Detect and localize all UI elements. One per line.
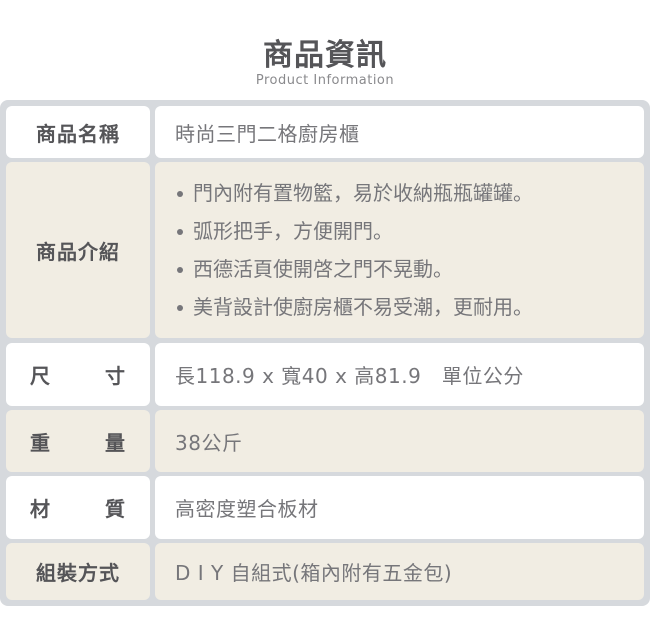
product-info-table: 商品名稱 時尚三門二格廚房櫃 商品介紹 門內附有置物籃，易於收納瓶瓶罐罐。 弧形… bbox=[0, 100, 650, 606]
table-row-material: 材 質 高密度塑合板材 bbox=[0, 476, 650, 539]
row-label: 材 質 bbox=[30, 493, 126, 522]
feature-item: 弧形把手，方便開門。 bbox=[175, 212, 533, 250]
table-row-product-intro: 商品介紹 門內附有置物籃，易於收納瓶瓶罐罐。 弧形把手，方便開門。 西德活頁使開… bbox=[0, 162, 650, 338]
feature-item: 美背設計使廚房櫃不易受潮，更耐用。 bbox=[175, 288, 533, 326]
label-cell: 材 質 bbox=[6, 476, 150, 539]
label-char: 量 bbox=[105, 430, 126, 455]
feature-item: 西德活頁使開啓之門不晃動。 bbox=[175, 250, 533, 288]
label-char: 重 bbox=[30, 430, 51, 455]
row-value: 高密度塑合板材 bbox=[175, 497, 319, 521]
row-label: 組裝方式 bbox=[36, 561, 120, 585]
label-cell: 尺 寸 bbox=[6, 343, 150, 406]
table-row-dimensions: 尺 寸 長118.9 x 寬40 x 高81.9 單位公分 bbox=[0, 343, 650, 406]
label-cell: 商品名稱 bbox=[6, 106, 150, 158]
label-char: 質 bbox=[105, 497, 126, 521]
value-cell: 38公斤 bbox=[155, 410, 644, 472]
row-value: 時尚三門二格廚房櫃 bbox=[175, 121, 360, 146]
row-value: 長118.9 x 寬40 x 高81.9 單位公分 bbox=[175, 364, 524, 388]
table-row-weight: 重 量 38公斤 bbox=[0, 410, 650, 472]
table-row-product-name: 商品名稱 時尚三門二格廚房櫃 bbox=[0, 106, 650, 158]
value-cell: 高密度塑合板材 bbox=[155, 476, 644, 539]
row-label: 商品名稱 bbox=[36, 121, 120, 146]
label-char: 尺 bbox=[30, 364, 51, 388]
value-cell: 長118.9 x 寬40 x 高81.9 單位公分 bbox=[155, 343, 644, 406]
label-cell: 重 量 bbox=[6, 410, 150, 472]
section-subtitle: Product Information bbox=[255, 73, 395, 88]
row-label: 重 量 bbox=[30, 427, 126, 456]
table-row-assembly: 組裝方式 D I Y 自組式(箱內附有五金包) bbox=[0, 543, 650, 600]
label-char: 寸 bbox=[105, 364, 126, 388]
value-cell: D I Y 自組式(箱內附有五金包) bbox=[155, 543, 644, 600]
row-value: 38公斤 bbox=[175, 430, 243, 455]
row-label: 商品介紹 bbox=[36, 239, 120, 264]
label-char: 材 bbox=[30, 497, 51, 521]
row-value: D I Y 自組式(箱內附有五金包) bbox=[175, 561, 453, 585]
label-cell: 組裝方式 bbox=[6, 543, 150, 600]
value-cell: 時尚三門二格廚房櫃 bbox=[155, 106, 644, 158]
value-cell: 門內附有置物籃，易於收納瓶瓶罐罐。 弧形把手，方便開門。 西德活頁使開啓之門不晃… bbox=[155, 162, 644, 338]
feature-item: 門內附有置物籃，易於收納瓶瓶罐罐。 bbox=[175, 174, 533, 212]
feature-list: 門內附有置物籃，易於收納瓶瓶罐罐。 弧形把手，方便開門。 西德活頁使開啓之門不晃… bbox=[175, 174, 533, 326]
label-cell: 商品介紹 bbox=[6, 162, 150, 338]
section-title: 商品資訊 bbox=[263, 38, 387, 73]
row-label: 尺 寸 bbox=[30, 360, 126, 389]
